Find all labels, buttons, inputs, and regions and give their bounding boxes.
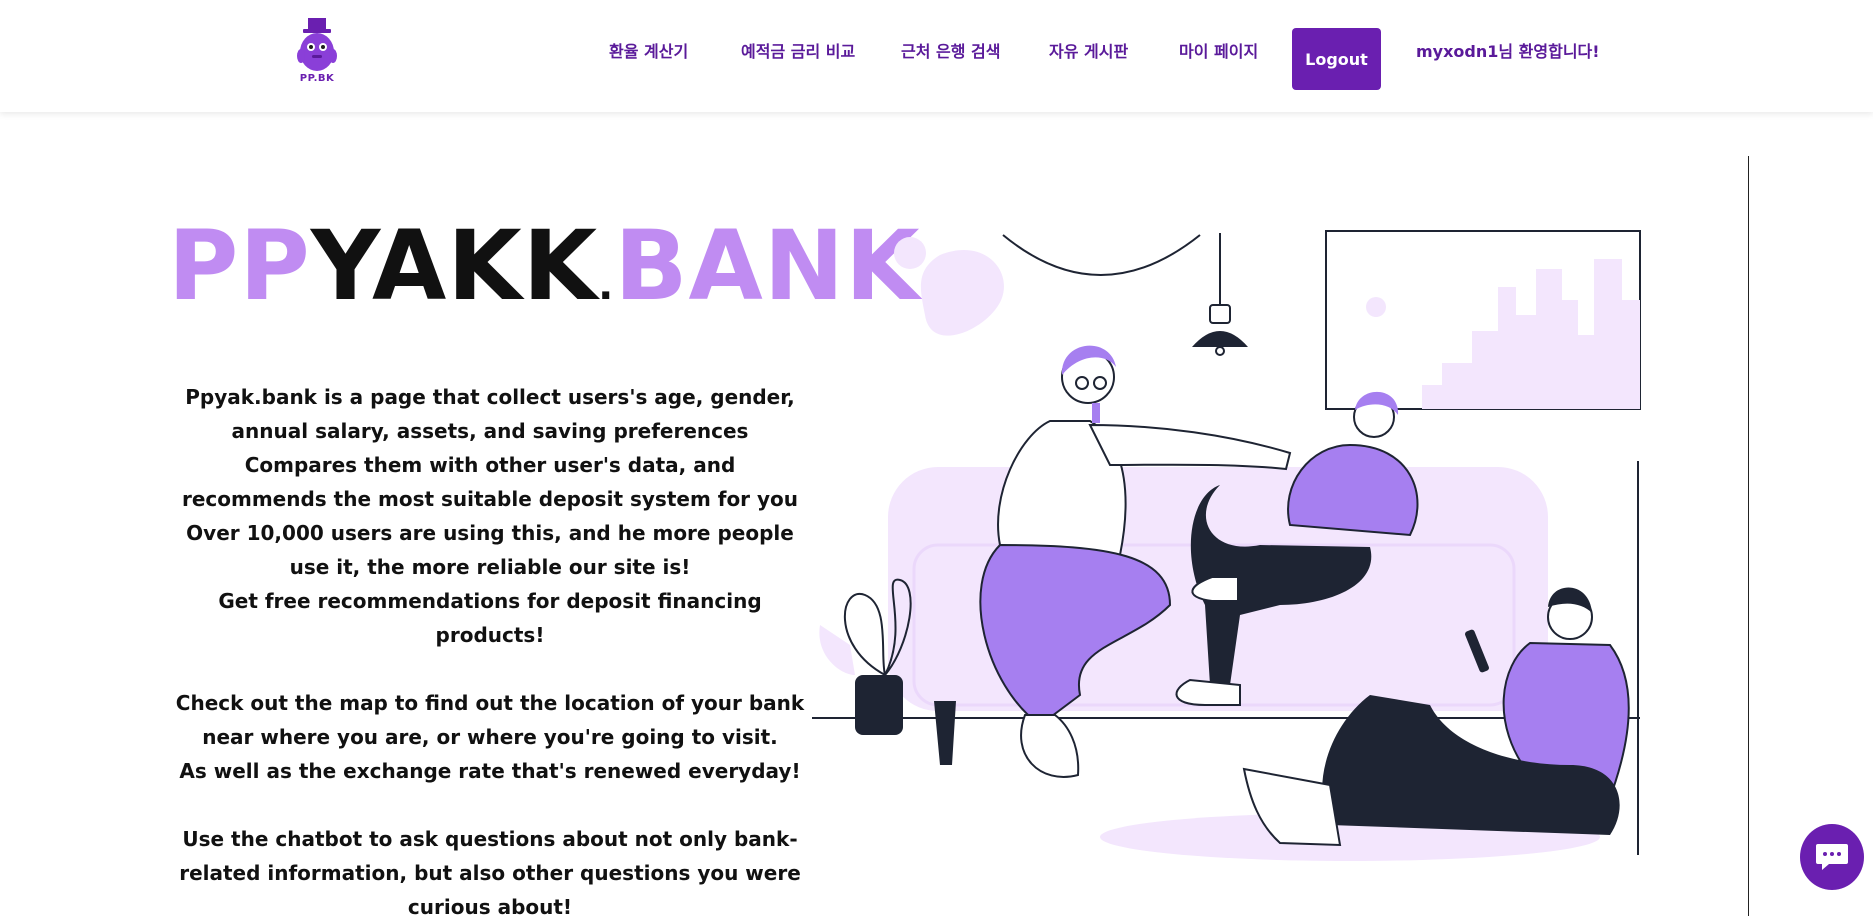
description-line: Over 10,000 users are using this, and he… xyxy=(186,521,794,579)
brand-part-dot: . xyxy=(598,263,615,309)
mascot-logo-icon xyxy=(297,18,337,71)
nav-exchange-calculator[interactable]: 환율 계산기 xyxy=(609,38,688,62)
description-line: Ppyak.bank is a page that collect users'… xyxy=(185,385,795,443)
site-logo[interactable]: PP.BK xyxy=(292,18,342,86)
nav-my-page[interactable]: 마이 페이지 xyxy=(1179,38,1258,62)
top-navbar: PP.BK 환율 계산기 예적금 금리 비교 근처 은행 검색 자유 게시판 마… xyxy=(0,0,1873,112)
nav-deposit-rate-compare[interactable]: 예적금 금리 비교 xyxy=(741,38,855,62)
description-line: Compares them with other user's data, an… xyxy=(181,453,799,511)
welcome-message: myxodn1님 환영합니다! xyxy=(1416,42,1600,61)
description-line: Check out the map to find out the locati… xyxy=(175,691,805,749)
decor-circle xyxy=(894,237,926,269)
hanging-curve xyxy=(1002,234,1201,276)
description-line: Get free recommendations for deposit fin… xyxy=(218,589,762,647)
ceiling-lamp-icon xyxy=(1192,233,1248,356)
brand-part-pp: PP xyxy=(168,210,311,322)
logo-text: PP.BK xyxy=(299,73,335,84)
wall-picture-icon xyxy=(1325,230,1641,410)
description-block: Ppyak.bank is a page that collect users'… xyxy=(170,380,810,924)
decor-blob xyxy=(920,250,1004,336)
vertical-divider xyxy=(1748,156,1749,916)
logout-button[interactable]: Logout xyxy=(1292,28,1381,90)
brand-part-yakk: YAKK xyxy=(310,210,599,322)
nav-free-board[interactable]: 자유 게시판 xyxy=(1049,38,1128,62)
nav-nearby-bank-search[interactable]: 근처 은행 검색 xyxy=(901,38,1000,62)
description-line: As well as the exchange rate that's rene… xyxy=(179,759,801,783)
brand-title: PPYAKK.BANK xyxy=(168,218,920,314)
chatbot-button[interactable] xyxy=(1800,824,1864,890)
hero-illustration xyxy=(812,230,1641,861)
chat-bubble-icon xyxy=(1816,844,1848,870)
